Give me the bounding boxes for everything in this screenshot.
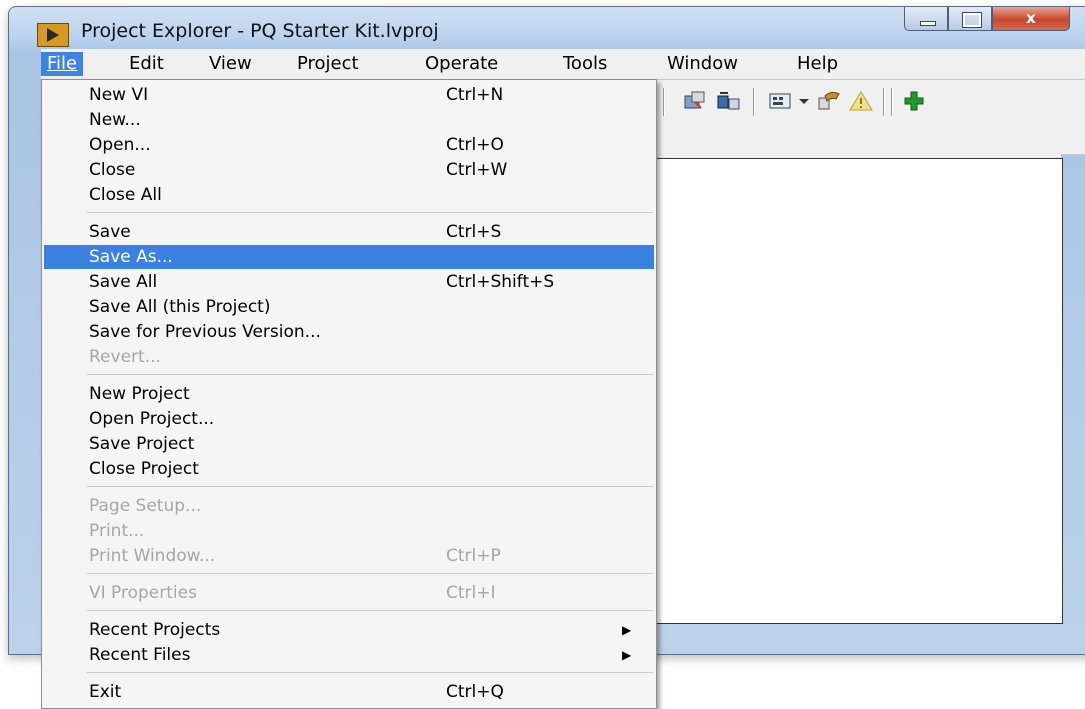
menu-item-vi-properties: VI Properties Ctrl+I <box>44 581 654 605</box>
menu-item-label: Open Project... <box>89 409 215 429</box>
menu-item-save-previous-version[interactable]: Save for Previous Version... <box>44 320 654 344</box>
menu-item-shortcut: Ctrl+P <box>446 546 501 566</box>
menu-item-close[interactable]: Close Ctrl+W <box>44 158 654 182</box>
menu-item-open[interactable]: Open... Ctrl+O <box>44 133 654 157</box>
menu-item-print: Print... <box>44 519 654 543</box>
menu-item-label: Recent Files <box>89 645 191 665</box>
menu-item-save-as[interactable]: Save As... <box>44 245 654 269</box>
menu-separator <box>87 610 653 611</box>
menu-item-label: Close All <box>89 185 162 205</box>
menu-item-label: Save for Previous Version... <box>89 322 321 342</box>
deploy-icon[interactable] <box>717 90 741 112</box>
menu-item-shortcut: Ctrl+W <box>446 160 508 180</box>
menu-separator <box>87 573 653 574</box>
menu-item-label: Revert... <box>89 347 161 367</box>
menu-separator <box>87 672 653 673</box>
menu-item-save-project[interactable]: Save Project <box>44 432 654 456</box>
view-icon[interactable] <box>769 90 793 112</box>
menu-item-label: Save Project <box>89 434 195 454</box>
toolbar-separator <box>883 88 885 116</box>
toolbar-separator <box>891 88 893 116</box>
menu-item-shortcut: Ctrl+Q <box>446 682 504 702</box>
menu-item-label: Save As... <box>89 247 173 267</box>
menu-item-close-project[interactable]: Close Project <box>44 457 654 481</box>
close-button[interactable]: x <box>992 7 1070 31</box>
menu-file[interactable]: File <box>41 52 84 76</box>
menu-item-label: New... <box>89 110 141 130</box>
submenu-arrow-icon: ▶ <box>622 648 632 662</box>
menu-edit[interactable]: Edit <box>123 52 170 76</box>
menu-item-label: Open... <box>89 135 151 155</box>
menu-item-label: Save All <box>89 272 158 292</box>
menu-tools[interactable]: Tools <box>557 52 613 76</box>
menu-item-label: Print Window... <box>89 546 216 566</box>
menu-project[interactable]: Project <box>291 52 365 76</box>
title-bar[interactable]: Project Explorer - PQ Starter Kit.lvproj… <box>9 7 1085 51</box>
menu-item-new-project[interactable]: New Project <box>44 382 654 406</box>
toolbar-separator <box>663 88 665 116</box>
file-menu-dropdown: New VI Ctrl+N New... Open... Ctrl+O Close C… <box>41 79 657 709</box>
menu-help[interactable]: Help <box>791 52 844 76</box>
menu-separator <box>87 486 653 487</box>
toolbar-separator <box>753 88 755 116</box>
menu-view[interactable]: View <box>203 52 258 76</box>
menu-item-save[interactable]: Save Ctrl+S <box>44 220 654 244</box>
menu-bar: File Edit View Project Operate Tools Win… <box>41 49 1085 80</box>
menu-item-shortcut: Ctrl+I <box>446 583 496 603</box>
add-icon[interactable] <box>903 90 927 112</box>
build-spec-icon[interactable] <box>683 90 707 112</box>
menu-item-label: Recent Projects <box>89 620 221 640</box>
menu-item-label: New VI <box>89 85 149 105</box>
minimize-button[interactable] <box>904 7 948 31</box>
menu-item-shortcut: Ctrl+N <box>446 85 504 105</box>
menu-item-shortcut: Ctrl+S <box>446 222 502 242</box>
labview-project-icon <box>37 23 69 47</box>
menu-item-recent-files[interactable]: Recent Files ▶ <box>44 643 654 667</box>
menu-item-shortcut: Ctrl+O <box>446 135 504 155</box>
menu-item-label: Save <box>89 222 131 242</box>
menu-item-label: New Project <box>89 384 190 404</box>
maximize-button[interactable] <box>948 7 992 31</box>
menu-item-label: Page Setup... <box>89 496 202 516</box>
dropdown-arrow-icon[interactable] <box>797 90 811 112</box>
menu-item-new-vi[interactable]: New VI Ctrl+N <box>44 83 654 107</box>
menu-item-label: Print... <box>89 521 145 541</box>
menu-item-label: Save All (this Project) <box>89 297 271 317</box>
menu-item-print-window: Print Window... Ctrl+P <box>44 544 654 568</box>
menu-item-label: Close Project <box>89 459 199 479</box>
window-controls: x <box>904 7 1070 33</box>
menu-item-save-all-project[interactable]: Save All (this Project) <box>44 295 654 319</box>
menu-item-label: VI Properties <box>89 583 197 603</box>
menu-item-revert: Revert... <box>44 345 654 369</box>
menu-window[interactable]: Window <box>661 52 744 76</box>
menu-item-close-all[interactable]: Close All <box>44 183 654 207</box>
window-title: Project Explorer - PQ Starter Kit.lvproj <box>81 20 439 42</box>
menu-item-save-all[interactable]: Save All Ctrl+Shift+S <box>44 270 654 294</box>
warning-icon[interactable] <box>849 90 873 112</box>
menu-operate[interactable]: Operate <box>419 52 504 76</box>
submenu-arrow-icon: ▶ <box>622 623 632 637</box>
menu-separator <box>87 212 653 213</box>
menu-item-open-project[interactable]: Open Project... <box>44 407 654 431</box>
menu-item-label: Close <box>89 160 136 180</box>
menu-item-page-setup: Page Setup... <box>44 494 654 518</box>
menu-item-exit[interactable]: Exit Ctrl+Q <box>44 680 654 704</box>
menu-file-label: File <box>47 53 78 74</box>
menu-item-new[interactable]: New... <box>44 108 654 132</box>
menu-item-label: Exit <box>89 682 122 702</box>
menu-item-shortcut: Ctrl+Shift+S <box>446 272 555 292</box>
menu-item-recent-projects[interactable]: Recent Projects ▶ <box>44 618 654 642</box>
project-tree-pane[interactable] <box>641 158 1063 624</box>
properties-icon[interactable] <box>817 90 841 112</box>
menu-separator <box>87 374 653 375</box>
